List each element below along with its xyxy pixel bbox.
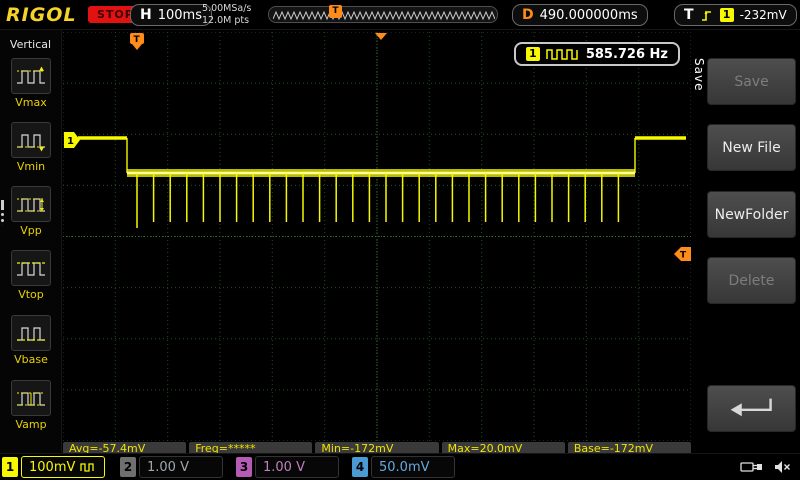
- delete-button[interactable]: Delete: [707, 257, 796, 304]
- waveform-plot: 1 T T: [63, 32, 691, 441]
- measure-item-vmin[interactable]: Vmin: [0, 118, 62, 180]
- channel-1-badge: 1: [2, 457, 18, 477]
- vmax-icon: [11, 58, 51, 94]
- status-icons: [740, 460, 792, 474]
- vmin-icon: [11, 122, 51, 158]
- measure-item-vtop[interactable]: Vtop: [0, 246, 62, 308]
- measure-menu-title: Vertical: [9, 38, 52, 51]
- trigger-group[interactable]: T 1 -232mV: [674, 4, 797, 26]
- sample-rate: 5.00MSa/s: [202, 3, 252, 14]
- measure-item-vamp[interactable]: Vamp: [0, 376, 62, 438]
- timebase-value: 100ms: [157, 7, 202, 23]
- svg-text:T: T: [134, 35, 141, 45]
- memory-depth: 12.0M pts: [202, 14, 250, 26]
- rising-edge-icon: [701, 10, 711, 21]
- save-button[interactable]: Save: [707, 58, 796, 105]
- measure-item-label: Vmax: [15, 96, 47, 109]
- new-file-button[interactable]: New File: [707, 124, 796, 171]
- delay-label: D: [522, 7, 534, 23]
- vamp-icon: [11, 380, 51, 416]
- waveform-display: 1TT 1 585.726 Hz Avg=-57.4mV Freq=***** …: [62, 30, 692, 455]
- measure-item-vmax[interactable]: Vmax: [0, 54, 62, 116]
- acquisition-info: 5.00MSa/s 12.0M pts: [202, 3, 251, 27]
- measure-item-label: Vbase: [14, 353, 48, 366]
- menu-scroll-indicator[interactable]: [1, 200, 4, 226]
- delay-value: 490.000000ms: [539, 7, 638, 23]
- channel-3-scale-box: 1.00 V: [255, 456, 339, 478]
- speaker-muted-icon[interactable]: [774, 460, 792, 474]
- measure-item-label: Vamp: [15, 418, 47, 431]
- channel-1-scale-box: 100mV: [21, 456, 105, 478]
- new-folder-button[interactable]: NewFolder: [707, 191, 796, 238]
- channel-status-bar: 1 100mV 2 1.00 V 3 1.00 V 4 50.0mV: [0, 453, 800, 480]
- menu-tab-save: Save: [692, 58, 706, 92]
- pulse-train-icon: [546, 49, 578, 60]
- frequency-counter: 1 585.726 Hz: [513, 42, 680, 66]
- horizontal-label: H: [140, 7, 152, 23]
- trigger-position-flag[interactable]: T: [329, 5, 342, 18]
- vbase-icon: [11, 315, 51, 351]
- delay-group: D 490.000000ms: [512, 4, 648, 26]
- trigger-channel-badge: 1: [719, 8, 734, 22]
- channel-2-scale: 1.00 V: [147, 459, 189, 475]
- memory-position-bar[interactable]: T: [268, 5, 498, 23]
- softkey-menu: Save Save New File NewFolder Delete: [692, 30, 800, 453]
- horizontal-timebase-group[interactable]: H 100ms: [130, 4, 212, 26]
- channel-3-status[interactable]: 3 1.00 V: [236, 456, 339, 478]
- channel-4-scale: 50.0mV: [379, 459, 430, 475]
- svg-text:1: 1: [67, 136, 74, 147]
- return-arrow-icon: [730, 398, 772, 416]
- channel-2-status[interactable]: 2 1.00 V: [120, 456, 223, 478]
- channel-1-scale: 100mV: [29, 459, 76, 475]
- back-button[interactable]: [707, 385, 796, 432]
- trigger-level-value: -232mV: [739, 8, 787, 22]
- measure-item-label: Vtop: [18, 288, 44, 301]
- usb-icon: [740, 462, 762, 472]
- channel-2-scale-box: 1.00 V: [139, 456, 223, 478]
- measure-item-label: Vpp: [20, 224, 42, 237]
- rigol-logo: RIGOL: [6, 4, 77, 26]
- channel-4-scale-box: 50.0mV: [371, 456, 455, 478]
- measure-item-label: Vmin: [16, 160, 46, 173]
- vtop-icon: [11, 250, 51, 286]
- trigger-label: T: [684, 7, 694, 23]
- measure-item-vpp[interactable]: Vpp: [0, 182, 62, 244]
- measure-item-vbase[interactable]: Vbase: [0, 311, 62, 373]
- vpp-icon: [11, 186, 51, 222]
- top-bar: RIGOL STOP H 100ms 5.00MSa/s 12.0M pts T…: [0, 0, 800, 30]
- counter-value: 585.726 Hz: [585, 46, 668, 62]
- channel-2-badge: 2: [120, 457, 136, 477]
- coupling-icon: [80, 463, 95, 472]
- channel-3-scale: 1.00 V: [263, 459, 305, 475]
- channel-4-badge: 4: [352, 457, 368, 477]
- oscilloscope-screen: RIGOL STOP H 100ms 5.00MSa/s 12.0M pts T…: [0, 0, 800, 480]
- memory-waveform-preview: [273, 10, 495, 21]
- measure-menu: Vertical Vmax Vmin Vpp Vtop Vbase Vamp: [0, 30, 62, 453]
- channel-3-badge: 3: [236, 457, 252, 477]
- svg-text:T: T: [680, 251, 687, 261]
- counter-channel-badge: 1: [525, 47, 540, 61]
- channel-1-status[interactable]: 1 100mV: [2, 456, 105, 478]
- channel-4-status[interactable]: 4 50.0mV: [352, 456, 455, 478]
